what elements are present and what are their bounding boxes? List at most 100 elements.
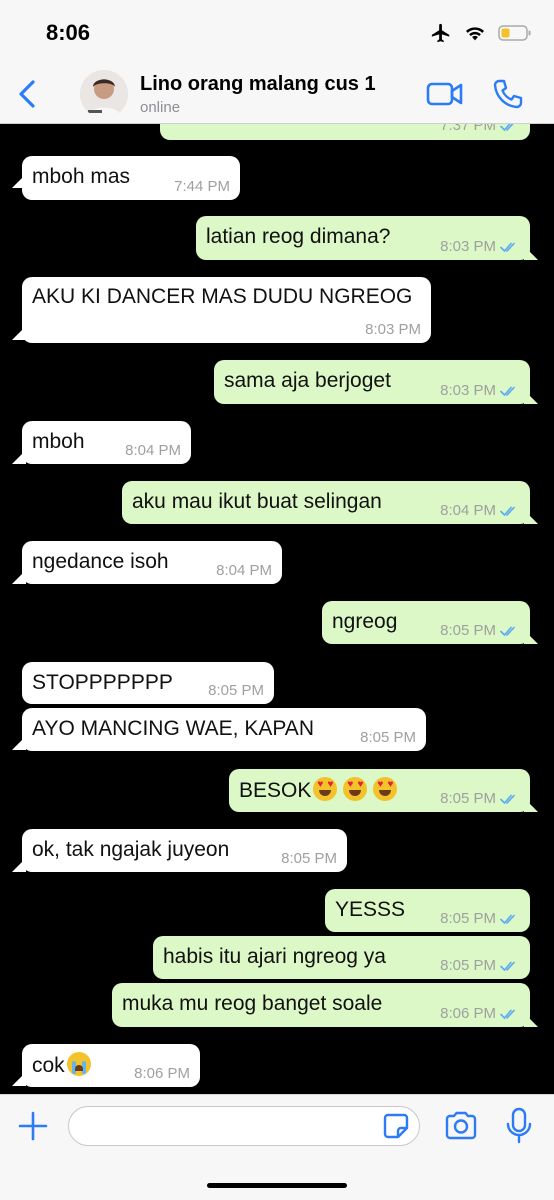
message-text: aku mau ikut buat selingan bbox=[132, 490, 382, 513]
message-meta: 8:05 PM bbox=[440, 790, 520, 807]
message-bubble-outgoing[interactable]: sama aja berjoget 8:03 PM bbox=[214, 360, 530, 404]
message-text: sama aja berjoget bbox=[224, 369, 391, 392]
read-receipt-icon bbox=[500, 124, 514, 131]
message-list[interactable]: 7:37 PM mboh mas 7:44 PM latian reog dim… bbox=[0, 124, 554, 1094]
message-meta: 8:03 PM bbox=[365, 321, 421, 338]
read-receipt-icon bbox=[500, 1009, 515, 1019]
message-time: 8:03 PM bbox=[440, 238, 496, 255]
message-time: 8:05 PM bbox=[281, 850, 337, 867]
message-meta: 7:37 PM bbox=[440, 124, 520, 134]
message-text: cok bbox=[32, 1054, 65, 1077]
chat-header: Lino orang malang cus 1 online bbox=[0, 64, 554, 124]
microphone-icon bbox=[506, 1107, 532, 1144]
camera-button[interactable] bbox=[443, 1110, 479, 1142]
battery-icon bbox=[498, 25, 531, 41]
sticker-button[interactable] bbox=[382, 1112, 410, 1140]
back-chevron-icon bbox=[19, 80, 35, 108]
message-time: 8:06 PM bbox=[440, 1005, 496, 1022]
message-meta: 8:03 PM bbox=[440, 382, 520, 399]
message-time: 8:03 PM bbox=[365, 321, 421, 338]
message-bubble-incoming[interactable]: AKU KI DANCER MAS DUDU NGREOG 8:03 PM bbox=[22, 277, 431, 343]
message-meta: 8:05 PM bbox=[440, 622, 520, 639]
message-text: YESSS bbox=[335, 898, 406, 921]
message-bubble-outgoing[interactable]: aku mau ikut buat selingan 8:04 PM bbox=[122, 481, 530, 524]
message-bubble-incoming[interactable]: ok, tak ngajak juyeon 8:05 PM bbox=[22, 829, 347, 872]
heart-eyes-emoji bbox=[343, 777, 368, 801]
message-time: 7:37 PM bbox=[440, 124, 496, 134]
read-receipt-icon bbox=[500, 242, 515, 252]
message-time: 8:05 PM bbox=[440, 910, 496, 927]
composer-bar bbox=[0, 1094, 554, 1200]
contact-avatar[interactable] bbox=[80, 70, 128, 118]
message-time: 8:05 PM bbox=[360, 729, 416, 746]
message-bubble-outgoing[interactable]: habis itu ajari ngreog ya 8:05 PM bbox=[153, 936, 530, 979]
message-meta: 8:05 PM bbox=[208, 682, 264, 699]
message-bubble-incoming[interactable]: mboh mas 7:44 PM bbox=[22, 156, 240, 200]
message-time: 8:05 PM bbox=[440, 790, 496, 807]
message-text: AYO MANCING WAE, KAPAN bbox=[32, 717, 314, 740]
message-bubble-outgoing[interactable]: latian reog dimana? 8:03 PM bbox=[196, 216, 530, 260]
plus-icon bbox=[18, 1111, 48, 1141]
message-meta: 8:05 PM bbox=[281, 850, 337, 867]
message-bubble-outgoing[interactable]: YESSS 8:05 PM bbox=[325, 889, 530, 932]
message-text: latian reog dimana? bbox=[206, 225, 391, 248]
message-meta: 8:03 PM bbox=[440, 238, 520, 255]
message-bubble-incoming[interactable]: ngedance isoh 8:04 PM bbox=[22, 541, 282, 584]
message-bubble-outgoing[interactable]: 7:37 PM bbox=[160, 124, 530, 140]
wifi-icon bbox=[466, 27, 484, 41]
message-meta: 8:04 PM bbox=[440, 502, 520, 519]
read-receipt-icon bbox=[500, 794, 515, 804]
video-call-icon bbox=[426, 82, 463, 106]
airplane-icon bbox=[431, 23, 450, 43]
message-meta: 8:05 PM bbox=[440, 957, 520, 974]
sticker-icon bbox=[383, 1113, 409, 1139]
contact-name[interactable]: Lino orang malang cus 1 bbox=[140, 73, 376, 96]
message-text: ngreog bbox=[332, 610, 398, 633]
message-time: 8:04 PM bbox=[216, 562, 272, 579]
message-content: BESOK bbox=[239, 777, 398, 803]
attach-button[interactable] bbox=[16, 1109, 50, 1143]
message-meta: 8:06 PM bbox=[134, 1065, 190, 1082]
message-time: 8:04 PM bbox=[440, 502, 496, 519]
heart-eyes-emoji bbox=[373, 777, 398, 801]
message-meta: 8:04 PM bbox=[216, 562, 272, 579]
message-time: 8:04 PM bbox=[125, 442, 181, 459]
status-time: 8:06 bbox=[46, 20, 91, 45]
phone-icon bbox=[493, 79, 523, 109]
read-receipt-icon bbox=[500, 961, 515, 971]
message-bubble-incoming[interactable]: cok 8:06 PM bbox=[22, 1044, 200, 1087]
message-text: BESOK bbox=[239, 779, 312, 802]
microphone-button[interactable] bbox=[505, 1107, 533, 1145]
message-time: 8:05 PM bbox=[440, 622, 496, 639]
home-indicator[interactable] bbox=[207, 1183, 347, 1188]
message-text: mboh bbox=[32, 430, 85, 453]
message-text: mboh mas bbox=[32, 165, 131, 188]
read-receipt-icon bbox=[500, 386, 515, 396]
read-receipt-icon bbox=[500, 626, 515, 636]
back-button[interactable] bbox=[12, 76, 42, 112]
message-time: 8:06 PM bbox=[134, 1065, 190, 1082]
message-bubble-incoming[interactable]: AYO MANCING WAE, KAPAN 8:05 PM bbox=[22, 708, 426, 751]
voice-call-button[interactable] bbox=[492, 78, 524, 110]
message-meta: 8:05 PM bbox=[440, 910, 520, 927]
message-time: 7:44 PM bbox=[174, 178, 230, 195]
message-bubble-incoming[interactable]: STOPPPPPPP 8:05 PM bbox=[22, 662, 274, 704]
status-bar: 8:06 bbox=[0, 0, 554, 64]
message-content: cok bbox=[32, 1052, 91, 1078]
message-meta: 8:04 PM bbox=[125, 442, 181, 459]
message-text: muka mu reog banget soale bbox=[122, 992, 383, 1015]
message-text: STOPPPPPPP bbox=[32, 671, 173, 694]
message-bubble-outgoing[interactable]: muka mu reog banget soale 8:06 PM bbox=[112, 983, 530, 1027]
message-bubble-incoming[interactable]: mboh 8:04 PM bbox=[22, 421, 191, 464]
message-text: ngedance isoh bbox=[32, 550, 169, 573]
message-bubble-outgoing[interactable]: ngreog 8:05 PM bbox=[322, 601, 530, 644]
status-icons bbox=[430, 22, 532, 44]
message-text: ok, tak ngajak juyeon bbox=[32, 838, 230, 861]
message-input[interactable] bbox=[68, 1106, 420, 1146]
message-text: AKU KI DANCER MAS DUDU NGREOG bbox=[32, 285, 413, 308]
message-text: habis itu ajari ngreog ya bbox=[163, 945, 386, 968]
video-call-button[interactable] bbox=[426, 80, 464, 108]
message-time: 8:05 PM bbox=[440, 957, 496, 974]
message-bubble-outgoing[interactable]: BESOK 8:05 PM bbox=[229, 769, 530, 812]
message-meta: 8:05 PM bbox=[360, 729, 416, 746]
